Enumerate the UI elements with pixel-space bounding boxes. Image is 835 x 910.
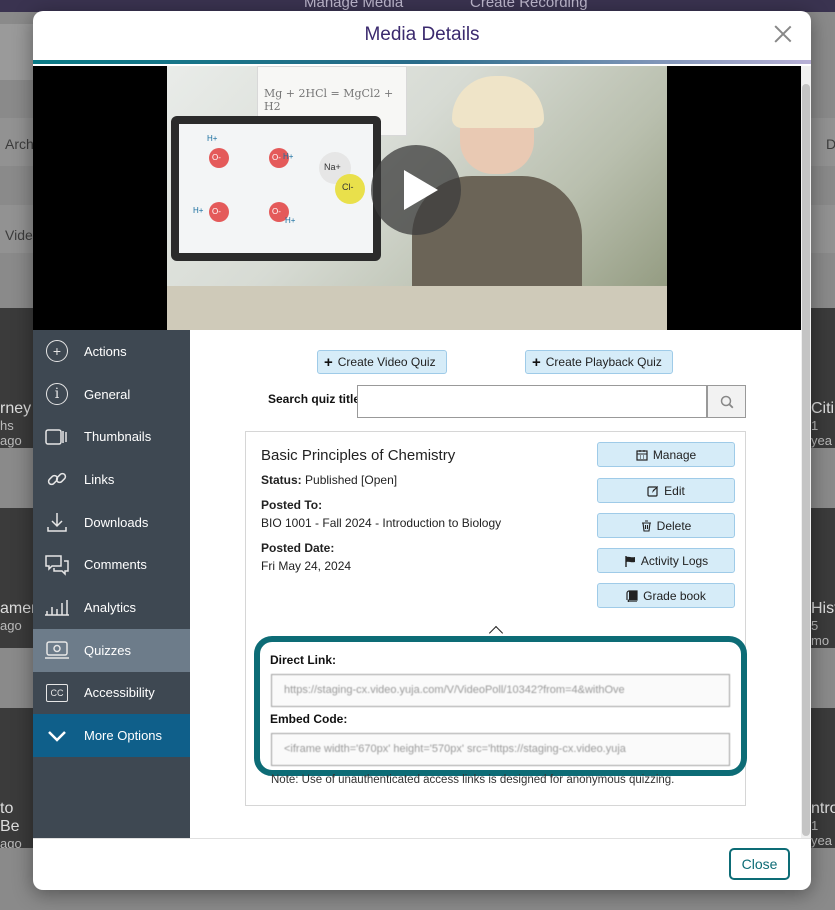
sidebar-item-label: Downloads [84,514,149,530]
sidebar-item-links[interactable]: Links [33,458,190,501]
search-button[interactable] [707,385,746,418]
search-quiz-label: Search quiz title [268,392,361,406]
info-icon: i [45,382,69,406]
posted-date-value: Fri May 24, 2024 [261,559,352,573]
flag-icon [625,555,635,567]
chevron-down-icon [45,724,69,748]
sidebar-item-label: More Options [84,728,163,744]
bg-tile: to Be ago [0,708,33,848]
scrollbar-thumb[interactable] [802,84,810,836]
embed-code-field[interactable]: <iframe width='670px' height='570px' src… [271,733,730,766]
trash-icon [641,519,651,532]
sidebar-item-accessibility[interactable]: CC Accessibility [33,672,190,715]
bg-tile: ntro 1 yea [811,708,835,848]
direct-link-label: Direct Link: [270,653,337,667]
quiz-title: Basic Principles of Chemistry [261,447,456,464]
edit-icon [647,485,659,497]
sidebar-item-label: Comments [84,557,147,573]
search-icon [720,395,733,408]
sidebar-item-quizzes[interactable]: Quizzes [33,628,190,672]
quiz-icon [45,638,69,662]
posted-to-value: BIO 1001 - Fall 2024 - Introduction to B… [261,516,502,530]
sidebar-item-general[interactable]: i General [33,373,190,416]
search-quiz-input[interactable] [357,385,707,418]
bg-tile: amenago [0,508,33,648]
anonymous-note: Note: Use of unauthenticated access link… [271,774,675,786]
grade-book-button[interactable]: Grade book [597,583,735,608]
manage-button[interactable]: Manage [597,442,735,467]
sidebar-item-label: Accessibility [84,685,155,701]
posted-date-label: Posted Date: [261,541,335,555]
bg-tile: rney hs ago [0,308,33,448]
quiz-card: Basic Principles of Chemistry Status: Pu… [245,431,747,806]
details-sidebar: + Actions i General Thumbnails Links Dow… [33,330,190,838]
edit-button[interactable]: Edit [597,478,735,503]
sidebar-item-label: Links [84,471,115,487]
modal-title: Media Details [364,24,480,45]
sidebar-item-label: Actions [84,343,127,359]
analytics-icon [45,595,69,619]
download-icon [45,510,69,534]
monitor-graphic: H+ O- H+ O- H+ O- H+ O- Na+ Cl- [171,116,381,261]
activity-logs-button[interactable]: Activity Logs [597,548,735,573]
close-button[interactable]: Close [729,848,790,880]
bg-text: Arch [5,136,34,152]
calendar-icon [636,449,648,461]
modal-header: Media Details [33,11,811,61]
direct-link-field[interactable]: https://staging-cx.video.yuja.com/V/Vide… [271,674,730,707]
plus-icon: + [324,353,333,371]
media-details-modal: Media Details Mg + 2HCl = MgCl2 + H2 H+ … [33,11,811,890]
close-icon[interactable] [771,21,795,45]
posted-to-label: Posted To: [261,498,323,512]
bg-manage-media: Manage Media [304,0,404,11]
sidebar-item-label: Analytics [84,599,137,615]
sidebar-item-actions[interactable]: + Actions [33,330,190,373]
video-player[interactable]: Mg + 2HCl = MgCl2 + H2 H+ O- H+ O- H+ O-… [33,66,801,330]
quiz-status: Status: Published [Open] [261,473,398,487]
create-playback-quiz-button[interactable]: + Create Playback Quiz [525,350,673,374]
thumbnails-icon [45,425,69,449]
book-icon [626,589,638,602]
sidebar-item-label: Quizzes [84,642,131,658]
play-button[interactable] [371,145,461,235]
molecule-screen: H+ O- H+ O- H+ O- H+ O- Na+ Cl- [179,124,373,253]
bg-text: D [826,136,835,152]
sidebar-item-more-options[interactable]: More Options [33,714,190,757]
comments-icon [45,553,69,577]
modal-scrollbar[interactable] [801,66,811,838]
cc-icon: CC [45,681,69,705]
plus-icon: + [532,353,541,371]
sidebar-item-thumbnails[interactable]: Thumbnails [33,415,190,458]
link-icon [45,467,69,491]
quizzes-panel: + Create Video Quiz + Create Playback Qu… [190,330,801,838]
bg-tile: Histo5 mo [811,508,835,648]
footer-divider [33,838,811,839]
delete-button[interactable]: Delete [597,513,735,538]
sidebar-item-label: General [84,386,131,402]
sidebar-item-downloads[interactable]: Downloads [33,501,190,544]
desk [167,286,667,330]
bg-tile: Citin1 yea [811,308,835,448]
embed-code-label: Embed Code: [270,712,348,726]
sidebar-item-analytics[interactable]: Analytics [33,586,190,629]
header-divider [33,60,811,64]
create-video-quiz-button[interactable]: + Create Video Quiz [317,350,447,374]
sidebar-item-comments[interactable]: Comments [33,543,190,586]
bg-text: Vide [5,227,33,243]
bg-create-recording: Create Recording [470,0,588,11]
sidebar-item-label: Thumbnails [84,429,152,445]
plus-circle-icon: + [45,339,69,363]
